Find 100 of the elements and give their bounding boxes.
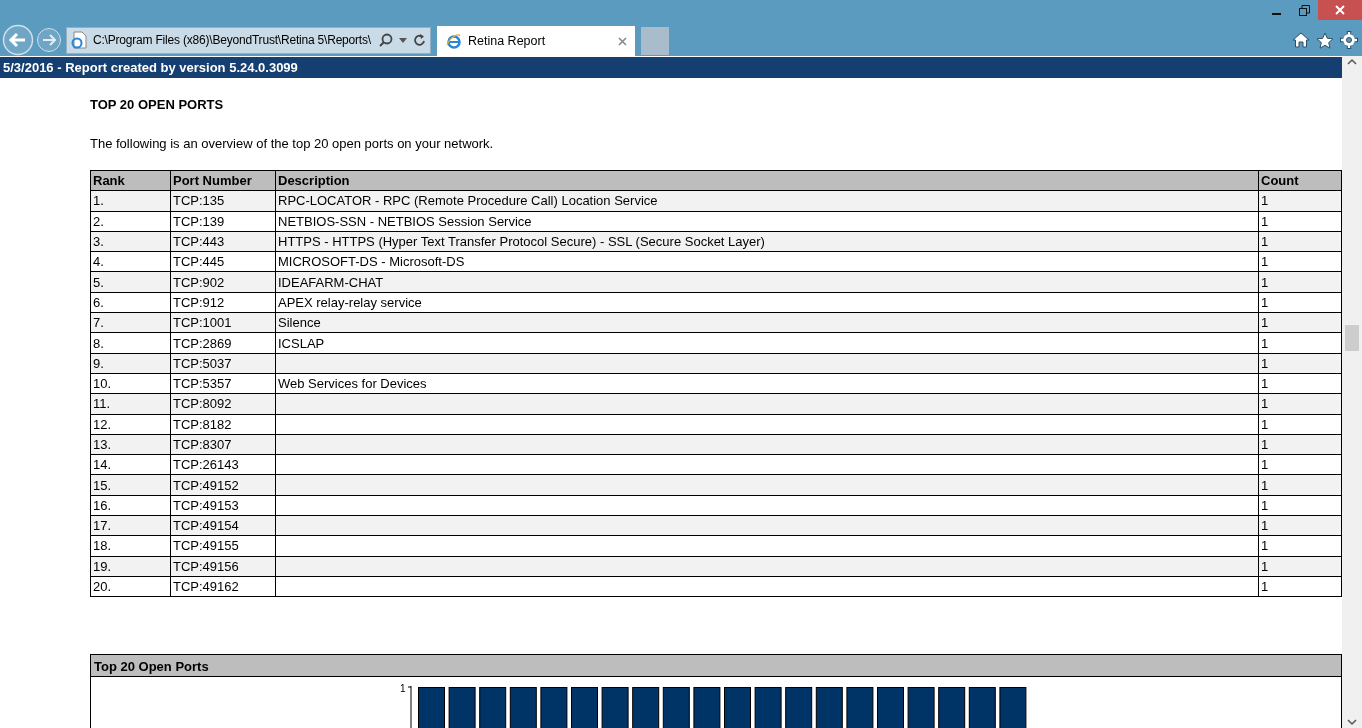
chart-bar [570, 687, 598, 728]
description-cell: HTTPS - HTTPS (Hyper Text Transfer Protocol Secure) - SSL (Secure Socket Layer) [275, 231, 1259, 252]
count-cell: 1 [1258, 454, 1342, 475]
rank-cell: 2. [90, 211, 171, 232]
description-cell: IDEAFARM-CHAT [275, 272, 1259, 293]
port-cell: TCP:912 [170, 292, 276, 313]
rank-cell: 4. [90, 251, 171, 272]
section-title: TOP 20 OPEN PORTS [90, 96, 225, 114]
chart-title: Top 20 Open Ports [91, 655, 1341, 678]
description-cell: Web Services for Devices [275, 373, 1259, 394]
rank-cell: 18. [90, 535, 171, 557]
chart-bar [845, 687, 873, 728]
port-cell: TCP:49153 [170, 495, 276, 516]
axis-line [407, 686, 412, 728]
scroll-down-icon[interactable] [1347, 719, 1357, 726]
port-cell: TCP:49162 [170, 576, 276, 597]
back-button[interactable] [2, 24, 34, 56]
intro-text: The following is an overview of the top 20 open ports on your network. [90, 134, 495, 153]
rank-cell: 1. [90, 190, 171, 212]
chart-bar [692, 687, 720, 728]
port-cell: TCP:139 [170, 211, 276, 232]
rank-cell: 12. [90, 414, 171, 435]
address-bar[interactable]: C:\Program Files (x86)\BeyondTrust\Retina 5\Reports\ [66, 26, 431, 54]
chart-bar [937, 687, 965, 728]
rank-cell: 9. [90, 353, 171, 374]
report-header: 5/3/2016 - Report created by version 5.24.0.3099 [0, 57, 1342, 78]
scroll-up-icon[interactable] [1347, 58, 1357, 65]
description-cell: NETBIOS-SSN - NETBIOS Session Service [275, 211, 1259, 232]
rank-cell: 3. [90, 231, 171, 252]
count-cell: 1 [1258, 414, 1342, 435]
rank-cell: 14. [90, 454, 171, 475]
count-cell: 1 [1258, 535, 1342, 557]
chart-bar [876, 687, 904, 728]
close-tab-icon[interactable] [618, 36, 627, 46]
search-icon[interactable] [379, 33, 393, 47]
scroll-thumb[interactable] [1345, 325, 1359, 351]
port-cell: TCP:2869 [170, 332, 276, 354]
browser-logo-icon [445, 33, 462, 49]
column-header: Count [1258, 170, 1342, 191]
star-icon[interactable] [1316, 31, 1334, 49]
description-cell: Silence [275, 312, 1259, 333]
chart-bar [631, 687, 659, 728]
count-cell: 1 [1258, 373, 1342, 394]
home-icon[interactable] [1292, 32, 1310, 48]
count-cell: 1 [1258, 292, 1342, 313]
chart-bar [723, 687, 751, 728]
description-cell: MICROSOFT-DS - Microsoft-DS [275, 251, 1259, 272]
page-icon [71, 31, 87, 49]
restore-icon [1298, 4, 1310, 16]
chart-bar [478, 687, 506, 728]
chart-bar [662, 687, 690, 728]
column-header: Description [275, 170, 1259, 191]
port-cell: TCP:5357 [170, 373, 276, 394]
rank-cell: 7. [90, 312, 171, 333]
dropdown-icon[interactable] [399, 37, 407, 43]
rank-cell: 8. [90, 332, 171, 354]
rank-cell: 5. [90, 272, 171, 293]
settings-icon[interactable] [1340, 31, 1358, 49]
rank-cell: 13. [90, 434, 171, 455]
rank-cell: 15. [90, 474, 171, 496]
close-icon [1335, 5, 1345, 15]
browser-tab[interactable]: Retina Report [437, 26, 635, 56]
rank-cell: 19. [90, 556, 171, 577]
description-cell: APEX relay-relay service [275, 292, 1259, 313]
rank-cell: 20. [90, 576, 171, 597]
count-cell: 1 [1258, 332, 1342, 354]
chart-bar [509, 687, 537, 728]
minimize-icon [1271, 13, 1281, 15]
description-cell: ICSLAP [275, 332, 1259, 354]
count-cell: 1 [1258, 251, 1342, 272]
rank-cell: 10. [90, 373, 171, 394]
column-header: Port Number [170, 170, 276, 191]
port-cell: TCP:26143 [170, 454, 276, 475]
rank-cell: 11. [90, 393, 171, 415]
chart-bar [968, 687, 996, 728]
forward-button[interactable] [36, 27, 62, 53]
count-cell: 1 [1258, 211, 1342, 232]
chart-bar [601, 687, 629, 728]
chart-bar [784, 687, 812, 728]
description-cell: RPC-LOCATOR - RPC (Remote Procedure Call) Location Service [275, 190, 1259, 212]
chart-bar [754, 687, 782, 728]
chart-bar [907, 687, 935, 728]
chart-bar [815, 687, 843, 728]
count-cell: 1 [1258, 576, 1342, 597]
chart-bar [448, 687, 476, 728]
port-cell: TCP:49155 [170, 535, 276, 557]
chart-bar [998, 687, 1026, 728]
rank-cell: 6. [90, 292, 171, 313]
address-text[interactable]: C:\Program Files (x86)\BeyondTrust\Retina 5\Reports\ [93, 31, 373, 49]
scrollbar[interactable] [1342, 56, 1362, 728]
port-cell: TCP:8182 [170, 414, 276, 435]
rank-cell: 17. [90, 515, 171, 536]
port-cell: TCP:445 [170, 251, 276, 272]
count-cell: 1 [1258, 495, 1342, 516]
close-button[interactable] [1318, 0, 1362, 20]
axis-tick-label: 1 [400, 684, 406, 697]
chart-bar [417, 687, 445, 728]
refresh-icon[interactable] [413, 33, 426, 47]
column-header: Rank [90, 170, 171, 191]
chart-bar [539, 687, 567, 728]
